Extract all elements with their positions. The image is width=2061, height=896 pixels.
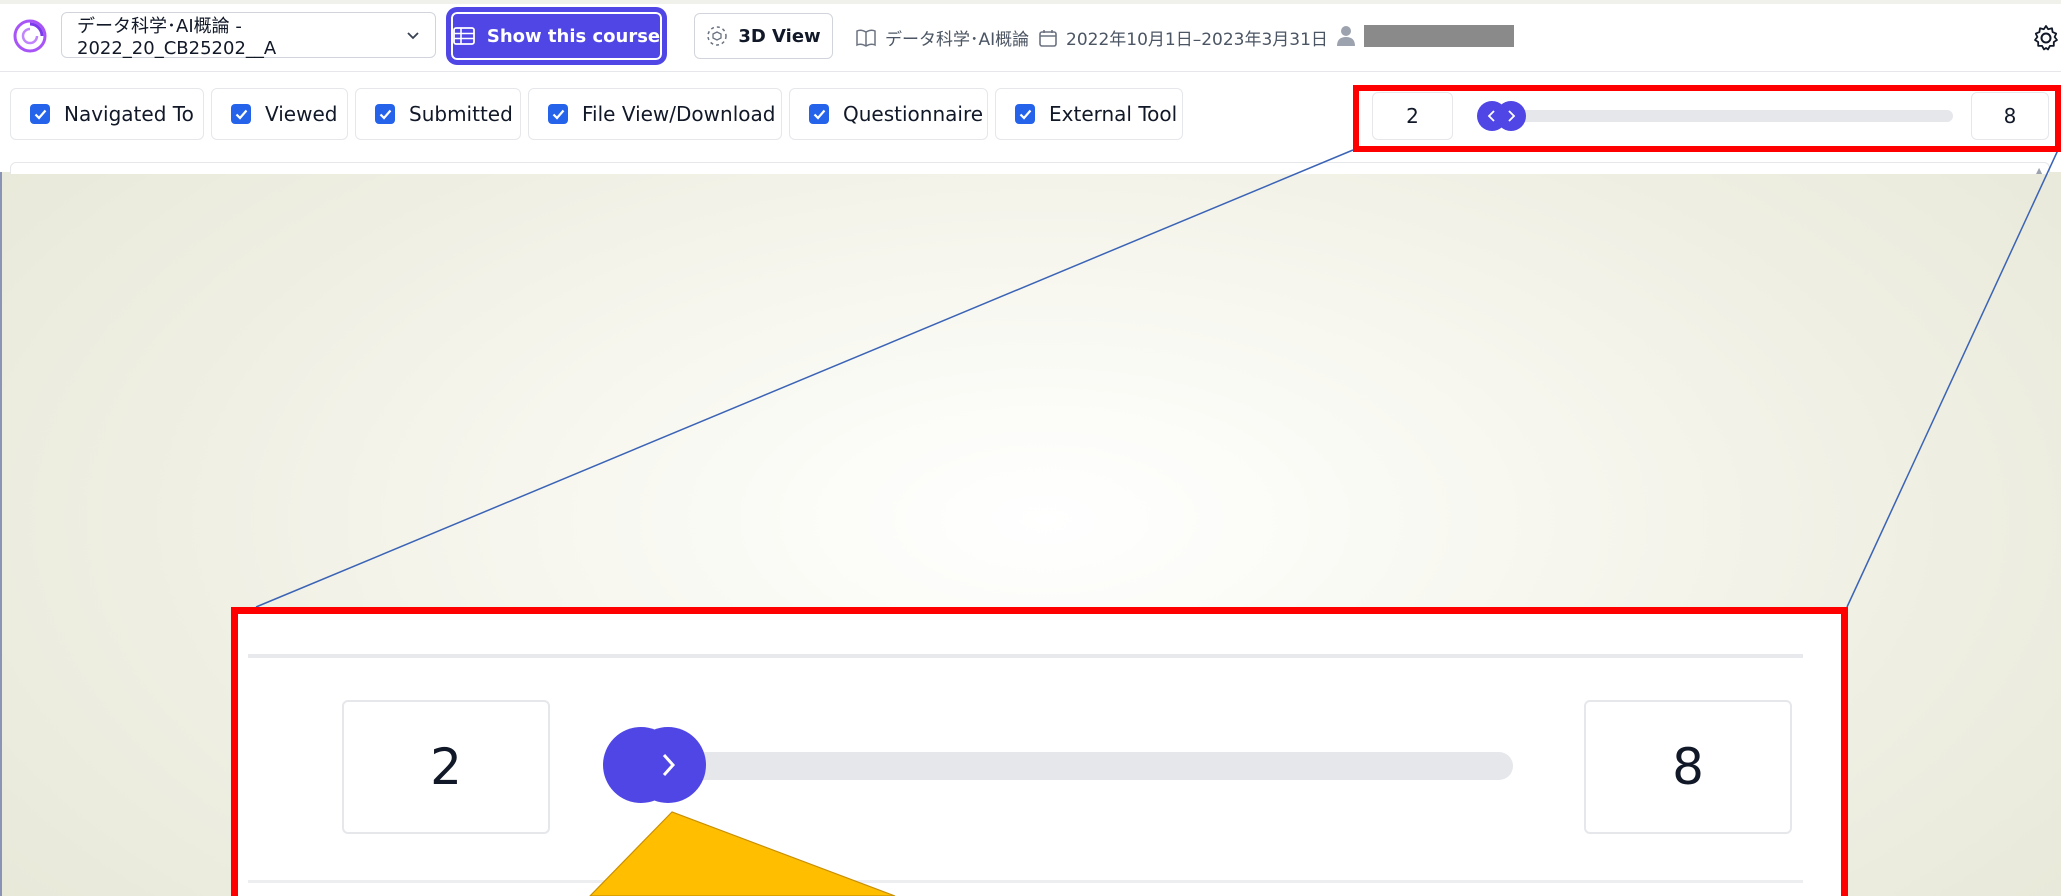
- book-icon: [856, 28, 876, 47]
- filter-viewed[interactable]: Viewed: [211, 88, 348, 140]
- date-range: 2022年10月1日–2023年3月31日: [1038, 25, 1328, 50]
- connector-line-left: [255, 149, 1354, 608]
- scroll-up-icon[interactable]: ▲: [2036, 166, 2046, 175]
- checkbox-checked-icon[interactable]: [809, 104, 829, 124]
- course-select[interactable]: データ科学･AI概論 - 2022_20_CB25202__A: [61, 12, 436, 59]
- filter-navigated-to[interactable]: Navigated To: [10, 88, 204, 140]
- filter-questionnaire[interactable]: Questionnaire: [789, 88, 988, 140]
- checkbox-checked-icon[interactable]: [375, 104, 395, 124]
- connector-line-right: [1846, 149, 2059, 608]
- chevron-down-icon: [407, 32, 419, 40]
- checkbox-checked-icon[interactable]: [231, 104, 251, 124]
- course-name: データ科学･AI概論: [885, 30, 1030, 50]
- highlight-frame: [1353, 85, 2061, 152]
- window-left-edge: [0, 172, 2, 896]
- zoom-range-max-box: 8: [1584, 700, 1792, 834]
- checkbox-checked-icon[interactable]: [1015, 104, 1035, 124]
- content-panel-edge: [10, 162, 2050, 174]
- filter-external-tool[interactable]: External Tool: [995, 88, 1183, 140]
- table-icon: [452, 27, 475, 45]
- filter-label: Questionnaire: [843, 102, 984, 126]
- zoom-callout: 2 8: [231, 607, 1848, 896]
- course-info: データ科学･AI概論: [855, 25, 1029, 50]
- filter-label: External Tool: [1049, 102, 1178, 126]
- zoom-slider-max-handle: [630, 727, 706, 803]
- filter-label: Viewed: [265, 102, 338, 126]
- gear-icon[interactable]: [2032, 24, 2060, 52]
- filter-label: Navigated To: [64, 102, 194, 126]
- filter-label: Submitted: [409, 102, 513, 126]
- 3d-view-label: 3D View: [738, 25, 821, 47]
- show-course-label: Show this course: [486, 25, 661, 47]
- zoom-range-min-box: 2: [342, 700, 550, 834]
- zoom-divider-bottom: [248, 880, 1803, 883]
- checkbox-checked-icon[interactable]: [548, 104, 568, 124]
- zoom-slider-track: [608, 752, 1513, 780]
- filter-label: File View/Download: [582, 102, 776, 126]
- filter-submitted[interactable]: Submitted: [355, 88, 521, 140]
- 3d-view-button[interactable]: 3D View: [694, 13, 833, 59]
- user-name-redacted: [1364, 25, 1514, 47]
- filter-file-view-download[interactable]: File View/Download: [528, 88, 782, 140]
- date-range-text: 2022年10月1日–2023年3月31日: [1066, 30, 1328, 50]
- show-course-button[interactable]: Show this course: [449, 10, 664, 62]
- user-icon: [1337, 26, 1355, 46]
- zoom-divider-top: [248, 654, 1803, 658]
- checkbox-checked-icon[interactable]: [30, 104, 50, 124]
- calendar-icon: [1039, 29, 1057, 47]
- header-bar: データ科学･AI概論 - 2022_20_CB25202__A Show thi…: [0, 4, 2061, 72]
- logo-icon[interactable]: [12, 18, 48, 54]
- user-info: [1336, 25, 1514, 47]
- course-select-value: データ科学･AI概論 - 2022_20_CB25202__A: [77, 15, 277, 59]
- chevron-right-icon: [662, 753, 676, 777]
- cube-icon: [707, 26, 728, 46]
